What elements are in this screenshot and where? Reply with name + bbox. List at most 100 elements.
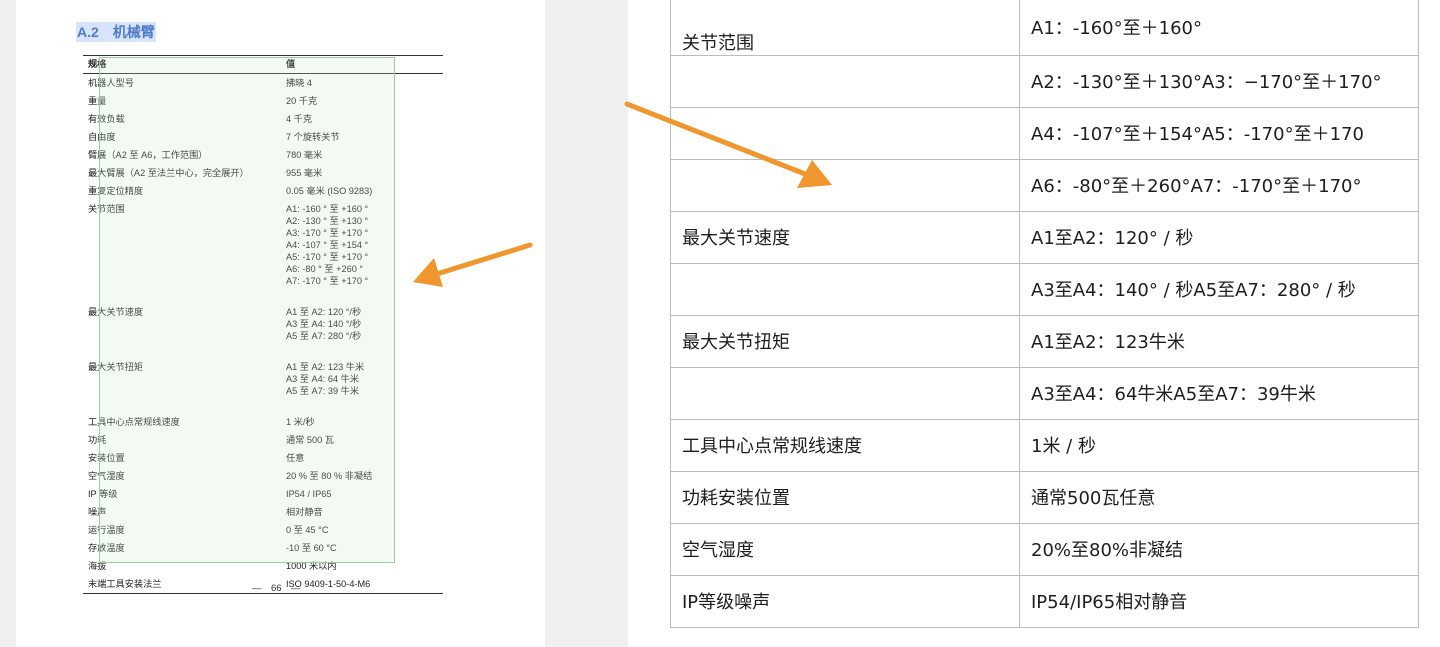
spec-label: 最大关节扭矩 <box>88 362 144 372</box>
spec-value: 780 毫米 <box>281 146 443 164</box>
spec-label: 最大臂展（A2 至法兰中心，完全展开） <box>88 168 249 178</box>
table-row: A4：-107°至＋154°A5：-170°至＋170 <box>670 106 1419 160</box>
spec-label: 海拔 <box>88 561 107 571</box>
spec-value: A1 至 A2: 123 牛米 A3 至 A4: 64 牛米 A5 至 A7: 39… <box>281 358 443 413</box>
page-number: — 66 — <box>252 583 301 594</box>
row-value: A1至A2：120° / 秒 <box>1019 210 1419 264</box>
spec-value-line: A3 至 A4: 64 牛米 <box>286 374 360 384</box>
spec-label: IP 等级 <box>88 489 118 499</box>
spec-value: A1 至 A2: 120 °/秒 A3 至 A4: 140 °/秒 A5 至 A7:… <box>281 303 443 358</box>
table-row: 工具中心点常规线速度 1米 / 秒 <box>670 418 1419 472</box>
table-row: IP等级噪声 IP54/IP65相对静音 <box>670 574 1419 628</box>
spec-value-line: 1000 米以内 <box>286 561 337 571</box>
table-row: 重复定位精度 0.05 毫米 (ISO 9283) <box>83 182 443 200</box>
table-row: 臂展（A2 至 A6，工作范围） 780 毫米 <box>83 146 443 164</box>
row-value: 1米 / 秒 <box>1019 418 1419 472</box>
spec-label: 重复定位精度 <box>88 186 144 196</box>
spec-value: 0.05 毫米 (ISO 9283) <box>281 182 443 200</box>
spec-value-line: 4 千克 <box>286 114 313 124</box>
table-row: 噪声 相对静音 <box>83 503 443 521</box>
table-row: IP 等级 IP54 / IP65 <box>83 485 443 503</box>
spec-value-line: 20 千克 <box>286 96 318 106</box>
spec-value: A1: -160 ° 至 +160 ° A2: -130 ° 至 +130 ° A3… <box>281 200 443 303</box>
row-key: IP等级噪声 <box>670 574 1020 628</box>
spec-table-source: 规格 值 机器人型号 拂晓 4 重量 20 千克 有效负载 4 千克 自由度 7 个旋转关节臂… <box>83 55 443 594</box>
spec-label: 最大关节速度 <box>88 307 144 317</box>
spec-value: ISO 9409-1-50-4-M6 <box>281 575 443 594</box>
table-row: 存放温度 -10 至 60 °C <box>83 539 443 557</box>
spec-label: 重量 <box>88 96 107 106</box>
table-row: 功耗 通常 500 瓦 <box>83 431 443 449</box>
spec-value-line: A5 至 A7: 39 牛米 <box>286 386 360 396</box>
row-value: A6：-80°至＋260°A7：-170°至＋170° <box>1019 158 1419 212</box>
spec-value-line: IP54 / IP65 <box>286 489 332 499</box>
spec-value-line: A1 至 A2: 120 °/秒 <box>286 307 362 317</box>
table-row: 关节范围 A1：-160°至＋160° <box>670 0 1419 56</box>
spec-value-line: A4: -107 ° 至 +154 ° <box>286 240 369 250</box>
spec-value-line: A6: -80 ° 至 +260 ° <box>286 264 364 274</box>
spec-value: -10 至 60 °C <box>281 539 443 557</box>
spec-label: 空气湿度 <box>88 471 125 481</box>
table-row: A3至A4：140° / 秒A5至A7：280° / 秒 <box>670 262 1419 316</box>
table-row: A6：-80°至＋260°A7：-170°至＋170° <box>670 158 1419 212</box>
spec-value-line: 7 个旋转关节 <box>286 132 340 142</box>
spec-value-line: 相对静音 <box>286 507 323 517</box>
table-row: 自由度 7 个旋转关节 <box>83 128 443 146</box>
spec-value: 相对静音 <box>281 503 443 521</box>
spec-value: 955 毫米 <box>281 164 443 182</box>
table-row: 海拔 1000 米以内 <box>83 557 443 575</box>
table-row: 有效负载 4 千克 <box>83 110 443 128</box>
row-key <box>670 54 1020 108</box>
spec-label: 有效负载 <box>88 114 125 124</box>
table-row: 工具中心点常规线速度 1 米/秒 <box>83 413 443 431</box>
spec-value-line: A5: -170 ° 至 +170 ° <box>286 252 369 262</box>
spec-value-line: 1 米/秒 <box>286 417 315 427</box>
row-value: A3至A4：64牛米A5至A7：39牛米 <box>1019 366 1419 420</box>
spec-value: 20 千克 <box>281 92 443 110</box>
section-title[interactable]: A.2 机械臂 <box>76 22 156 42</box>
spec-value-line: 通常 500 瓦 <box>286 435 334 445</box>
row-value: A2：-130°至＋130°A3：−170°至＋170° <box>1019 54 1419 108</box>
row-value: A4：-107°至＋154°A5：-170°至＋170 <box>1019 106 1419 160</box>
spec-value: 通常 500 瓦 <box>281 431 443 449</box>
header-spec: 规格 <box>83 55 281 74</box>
row-key: 关节范围 <box>670 0 1020 56</box>
spec-value: 20 % 至 80 % 非凝结 <box>281 467 443 485</box>
spec-label: 功耗 <box>88 435 107 445</box>
spec-value-line: 0.05 毫米 (ISO 9283) <box>286 186 373 196</box>
table-row: 空气湿度 20 % 至 80 % 非凝结 <box>83 467 443 485</box>
spec-value-line: ISO 9409-1-50-4-M6 <box>286 579 371 589</box>
spec-value-line: 拂晓 4 <box>286 78 313 88</box>
spec-value: 0 至 45 °C <box>281 521 443 539</box>
spec-value-line: -10 至 60 °C <box>286 543 337 553</box>
spec-value-line: A5 至 A7: 280 °/秒 <box>286 331 362 341</box>
row-value: A1：-160°至＋160° <box>1019 0 1419 56</box>
spec-label: 臂展（A2 至 A6，工作范围） <box>88 150 208 160</box>
table-row: 功耗安装位置 通常500瓦任意 <box>670 470 1419 524</box>
row-key: 最大关节速度 <box>670 210 1020 264</box>
row-value: IP54/IP65相对静音 <box>1019 574 1419 628</box>
spec-value: 4 千克 <box>281 110 443 128</box>
table-row: 最大关节扭矩 A1至A2：123牛米 <box>670 314 1419 368</box>
row-key <box>670 106 1020 160</box>
row-value: A3至A4：140° / 秒A5至A7：280° / 秒 <box>1019 262 1419 316</box>
spec-value-line: A1: -160 ° 至 +160 ° <box>286 204 369 214</box>
spec-value-line: A7: -170 ° 至 +170 ° <box>286 276 369 286</box>
spec-value: 任意 <box>281 449 443 467</box>
spec-value-line: A3: -170 ° 至 +170 ° <box>286 228 369 238</box>
row-value: 通常500瓦任意 <box>1019 470 1419 524</box>
table-row: 最大关节扭矩 A1 至 A2: 123 牛米 A3 至 A4: 64 牛米 A5 至 … <box>83 358 443 413</box>
spec-value-line: 955 毫米 <box>286 168 323 178</box>
spec-value: 7 个旋转关节 <box>281 128 443 146</box>
row-key: 功耗安装位置 <box>670 470 1020 524</box>
spec-table-rendered: 关节范围 A1：-160°至＋160° A2：-130°至＋130°A3：−170°… <box>670 0 1419 628</box>
row-key <box>670 158 1020 212</box>
row-value: 20%至80%非凝结 <box>1019 522 1419 576</box>
spec-label: 运行温度 <box>88 525 125 535</box>
spec-value: IP54 / IP65 <box>281 485 443 503</box>
spec-value-line: A1 至 A2: 123 牛米 <box>286 362 365 372</box>
table-row: 安装位置 任意 <box>83 449 443 467</box>
row-key: 空气湿度 <box>670 522 1020 576</box>
spec-value-line: 任意 <box>286 453 305 463</box>
row-key <box>670 366 1020 420</box>
